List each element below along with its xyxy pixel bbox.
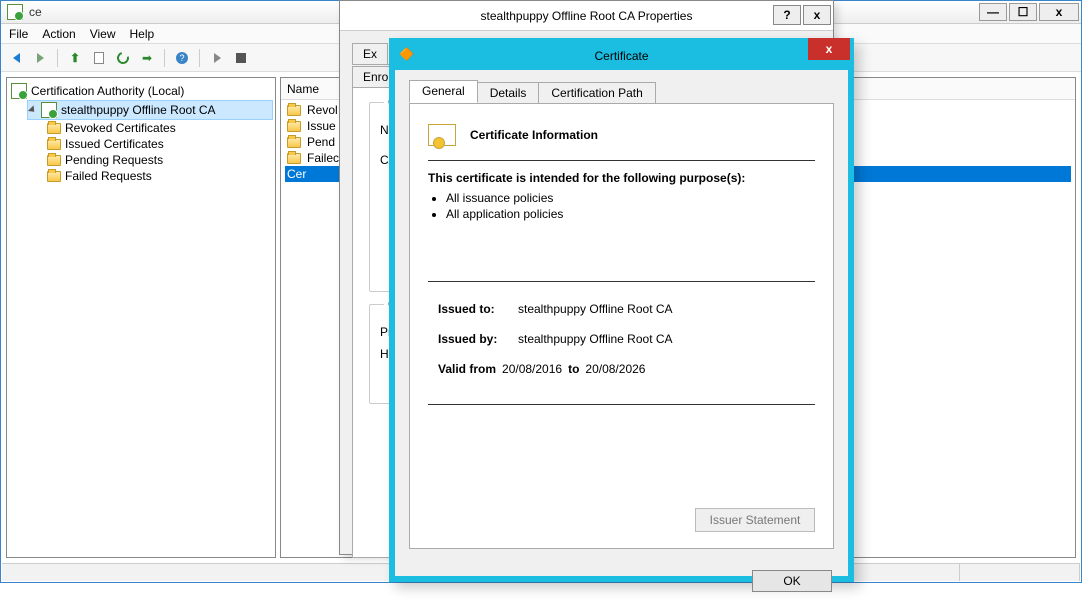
valid-from-label: Valid from	[438, 362, 496, 376]
valid-to-value: 20/08/2026	[585, 362, 645, 376]
properties-title: stealthpuppy Offline Root CA Properties	[481, 9, 693, 23]
valid-from-value: 20/08/2016	[502, 362, 562, 376]
tree-root[interactable]: Certification Authority (Local)	[9, 82, 273, 100]
issued-by-label: Issued by:	[438, 332, 518, 346]
valid-to-label: to	[568, 362, 579, 376]
up-button[interactable]: ⬆	[64, 47, 86, 69]
menu-help[interactable]: Help	[130, 27, 155, 41]
cert-body: General Details Certification Path Certi…	[395, 70, 848, 561]
tree-item-failed[interactable]: Failed Requests	[45, 168, 273, 184]
ca-root-icon	[11, 83, 27, 99]
export-button[interactable]: ➡	[136, 47, 158, 69]
minimize-button[interactable]: —	[979, 3, 1007, 21]
start-button[interactable]	[206, 47, 228, 69]
cert-tabstrip: General Details Certification Path	[409, 80, 834, 103]
purpose-header: This certificate is intended for the fol…	[428, 171, 815, 185]
stop-icon	[236, 53, 246, 63]
folder-icon	[47, 139, 61, 150]
certificate-icon	[428, 124, 456, 146]
cert-titlebar[interactable]: 🔶 Certificate x	[393, 42, 850, 70]
tree-ca-node[interactable]: stealthpuppy Offline Root CA	[27, 100, 273, 120]
tree-item-issued[interactable]: Issued Certificates	[45, 136, 273, 152]
issued-by-value: stealthpuppy Offline Root CA	[518, 332, 673, 346]
tree-item-pending[interactable]: Pending Requests	[45, 152, 273, 168]
tree-root-label: Certification Authority (Local)	[31, 84, 184, 98]
forward-button[interactable]	[29, 47, 51, 69]
cert-tab-general[interactable]: General	[409, 80, 478, 103]
certificate-dialog: 🔶 Certificate x General Details Certific…	[389, 38, 854, 582]
back-button[interactable]	[5, 47, 27, 69]
cert-info-title: Certificate Information	[470, 128, 598, 142]
folder-icon	[287, 105, 301, 116]
toolbar-separator	[57, 49, 58, 67]
divider	[428, 404, 815, 405]
caret-icon[interactable]	[28, 105, 37, 114]
cert-title-icon: 🔶	[399, 47, 414, 61]
ca-icon	[41, 102, 57, 118]
tree-ca-label: stealthpuppy Offline Root CA	[61, 103, 216, 117]
toolbar-separator	[199, 49, 200, 67]
status-cell	[960, 564, 1080, 581]
arrow-left-icon	[13, 53, 20, 63]
folder-icon	[47, 123, 61, 134]
folder-icon	[47, 155, 61, 166]
maximize-button[interactable]: ☐	[1009, 3, 1037, 21]
divider	[428, 160, 815, 161]
toolbar-separator	[164, 49, 165, 67]
cert-tab-details[interactable]: Details	[477, 82, 540, 103]
issuer-statement-button: Issuer Statement	[695, 508, 815, 532]
folder-icon	[287, 121, 301, 132]
folder-icon	[287, 153, 301, 164]
refresh-button[interactable]	[112, 47, 134, 69]
issued-to-label: Issued to:	[438, 302, 518, 316]
folder-icon	[47, 171, 61, 182]
cert-panel: Certificate Information This certificate…	[409, 103, 834, 549]
cert-button-row: OK	[395, 561, 848, 601]
tree-item-revoked[interactable]: Revoked Certificates	[45, 120, 273, 136]
properties-button[interactable]	[88, 47, 110, 69]
stop-button[interactable]	[230, 47, 252, 69]
cert-title-text: Certificate	[594, 49, 648, 63]
props-help-button[interactable]: ?	[773, 5, 801, 25]
menu-action[interactable]: Action	[42, 27, 75, 41]
purpose-item: All issuance policies	[446, 191, 815, 205]
window-title-prefix: ce	[29, 5, 42, 19]
properties-titlebar[interactable]: stealthpuppy Offline Root CA Properties …	[340, 1, 833, 31]
arrow-right-icon	[37, 53, 44, 63]
menu-view[interactable]: View	[90, 27, 116, 41]
cert-tab-path[interactable]: Certification Path	[538, 82, 655, 103]
refresh-icon	[115, 49, 131, 65]
status-cell	[840, 564, 960, 581]
help-button[interactable]: ?	[171, 47, 193, 69]
props-tab-ex[interactable]: Ex	[352, 43, 388, 64]
ok-button[interactable]: OK	[752, 570, 832, 592]
close-button[interactable]: x	[1039, 3, 1079, 21]
menu-file[interactable]: File	[9, 27, 28, 41]
help-icon: ?	[176, 52, 188, 64]
folder-icon	[287, 137, 301, 148]
props-close-button[interactable]: x	[803, 5, 831, 25]
app-icon	[7, 4, 23, 20]
page-icon	[94, 52, 104, 64]
cert-close-button[interactable]: x	[808, 38, 850, 60]
purpose-item: All application policies	[446, 207, 815, 221]
tree-pane[interactable]: Certification Authority (Local) stealthp…	[6, 77, 276, 558]
play-icon	[214, 53, 221, 63]
issued-to-value: stealthpuppy Offline Root CA	[518, 302, 673, 316]
divider	[428, 281, 815, 282]
purpose-list: All issuance policies All application po…	[446, 191, 815, 221]
